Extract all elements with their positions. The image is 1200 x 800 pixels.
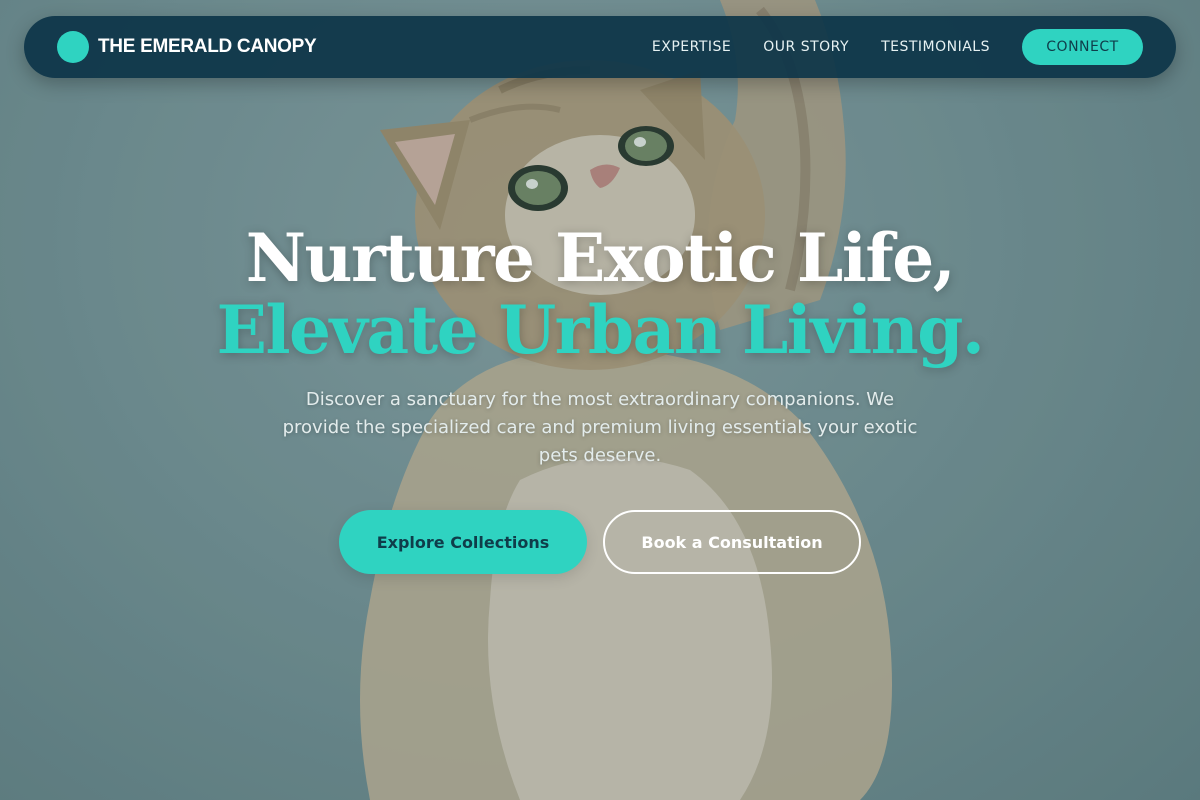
- nav-link-our-story[interactable]: OUR STORY: [763, 39, 849, 55]
- nav-link-testimonials[interactable]: TESTIMONIALS: [881, 39, 990, 55]
- top-navigation-bar: THE EMERALD CANOPY EXPERTISE OUR STORY T…: [24, 16, 1176, 78]
- connect-button[interactable]: CONNECT: [1022, 29, 1143, 65]
- nav-links: EXPERTISE OUR STORY TESTIMONIALS CONNECT: [652, 29, 1143, 65]
- hero-section: Nurture Exotic Life, Elevate Urban Livin…: [0, 222, 1200, 574]
- headline-line-2: Elevate Urban Living.: [216, 291, 985, 369]
- hero-headline: Nurture Exotic Life, Elevate Urban Livin…: [0, 222, 1200, 366]
- book-consultation-button[interactable]: Book a Consultation: [603, 510, 861, 574]
- brand[interactable]: THE EMERALD CANOPY: [57, 31, 317, 63]
- nav-link-expertise[interactable]: EXPERTISE: [652, 39, 731, 55]
- headline-line-1: Nurture Exotic Life,: [245, 219, 956, 297]
- brand-name: THE EMERALD CANOPY: [98, 36, 317, 57]
- hero-cta-row: Explore Collections Book a Consultation: [0, 510, 1200, 574]
- hero-subtext: Discover a sanctuary for the most extrao…: [282, 389, 918, 466]
- circle-logo-icon: [57, 31, 89, 63]
- explore-collections-button[interactable]: Explore Collections: [339, 510, 587, 574]
